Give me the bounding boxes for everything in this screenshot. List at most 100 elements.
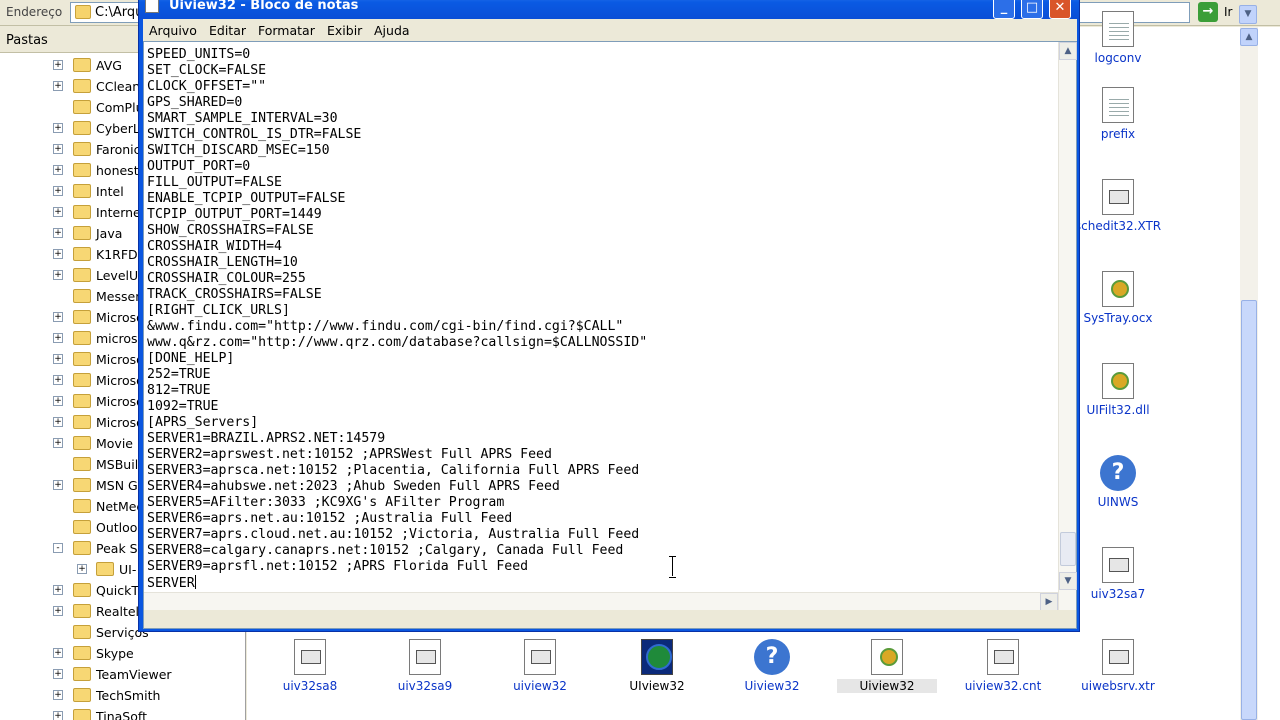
expand-icon[interactable]: + bbox=[53, 690, 63, 700]
text-editor-area[interactable]: SPEED_UNITS=0 SET_CLOCK=FALSE CLOCK_OFFSET… bbox=[143, 41, 1077, 629]
text-line: CLOCK_OFFSET="" bbox=[147, 79, 1057, 95]
tree-item[interactable]: + TinaSoft bbox=[0, 706, 246, 720]
scrollbar-thumb[interactable] bbox=[1241, 300, 1257, 720]
file-item[interactable]: uiview32.cnt bbox=[953, 639, 1053, 693]
file-label: UIview32 bbox=[629, 679, 685, 693]
expand-icon[interactable]: + bbox=[53, 375, 63, 385]
file-item[interactable]: uiv32sa8 bbox=[260, 639, 360, 693]
tree-item-label: QuickT bbox=[96, 583, 139, 598]
menu-arquivo[interactable]: Arquivo bbox=[149, 23, 197, 38]
maximize-button[interactable]: □ bbox=[1021, 0, 1043, 19]
window-bottom-edge bbox=[144, 610, 1076, 628]
file-item[interactable]: uiwebsrv.xtr bbox=[1068, 639, 1168, 693]
menu-editar[interactable]: Editar bbox=[209, 23, 246, 38]
folder-icon bbox=[73, 541, 91, 555]
text-line-content: SET_CLOCK=FALSE bbox=[147, 63, 267, 78]
file-item[interactable]: schedit32.XTR bbox=[1068, 179, 1168, 233]
expand-icon[interactable]: + bbox=[53, 123, 63, 133]
expand-icon[interactable]: + bbox=[53, 186, 63, 196]
tree-item-label: ComPlu bbox=[96, 100, 144, 115]
menu-formatar[interactable]: Formatar bbox=[258, 23, 315, 38]
expand-icon[interactable]: + bbox=[53, 333, 63, 343]
window-title: Uiview32 - Bloco de notas bbox=[169, 0, 359, 13]
folder-icon bbox=[73, 331, 91, 345]
expand-icon[interactable]: + bbox=[53, 354, 63, 364]
go-arrow-icon[interactable]: → bbox=[1198, 2, 1218, 22]
expand-icon[interactable]: + bbox=[53, 648, 63, 658]
editor-horizontal-scrollbar[interactable]: ▶ bbox=[144, 592, 1058, 611]
file-item[interactable]: SysTray.ocx bbox=[1068, 271, 1168, 325]
text-line-content: www.q&rz.com="http://www.qrz.com/databas… bbox=[147, 335, 648, 350]
file-item[interactable]: ? Uiview32 bbox=[722, 639, 822, 693]
notepad-window: Uiview32 - Bloco de notas _ □ ✕ Arquivo … bbox=[138, 0, 1080, 632]
minimize-button[interactable]: _ bbox=[993, 0, 1015, 19]
tree-item-label: Skype bbox=[96, 646, 134, 661]
expand-icon[interactable]: + bbox=[53, 585, 63, 595]
expand-icon[interactable]: + bbox=[53, 270, 63, 280]
file-label: schedit32.XTR bbox=[1074, 219, 1162, 233]
tree-item-label: Microso bbox=[96, 373, 144, 388]
file-item[interactable]: UIview32 bbox=[607, 639, 707, 693]
system-file-icon bbox=[524, 639, 556, 675]
menu-exibir[interactable]: Exibir bbox=[327, 23, 362, 38]
tree-item-label: Intel bbox=[96, 184, 124, 199]
folder-icon bbox=[73, 478, 91, 492]
expand-icon[interactable]: + bbox=[53, 669, 63, 679]
scroll-down-icon[interactable]: ▼ bbox=[1059, 572, 1077, 590]
folder-icon bbox=[73, 100, 91, 114]
expand-icon[interactable]: + bbox=[53, 60, 63, 70]
expand-icon[interactable]: + bbox=[53, 438, 63, 448]
file-item[interactable]: uiv32sa7 bbox=[1068, 547, 1168, 601]
tree-item[interactable]: + TechSmith bbox=[0, 685, 246, 706]
file-label: uiv32sa8 bbox=[282, 679, 338, 693]
dll-file-icon bbox=[1102, 363, 1134, 399]
expand-icon[interactable]: + bbox=[53, 711, 63, 720]
close-button[interactable]: ✕ bbox=[1049, 0, 1071, 19]
file-item[interactable]: Uiview32 bbox=[837, 639, 937, 693]
file-item[interactable]: ? UINWS bbox=[1068, 455, 1168, 509]
tree-item[interactable]: + TeamViewer bbox=[0, 664, 246, 685]
notepad-titlebar[interactable]: Uiview32 - Bloco de notas _ □ ✕ bbox=[139, 0, 1079, 19]
text-line: TCPIP_OUTPUT_PORT=1449 bbox=[147, 207, 1057, 223]
expand-icon[interactable]: + bbox=[53, 396, 63, 406]
scroll-up-icon[interactable]: ▲ bbox=[1240, 28, 1258, 46]
folder-icon bbox=[73, 142, 91, 156]
expand-icon[interactable]: + bbox=[53, 81, 63, 91]
text-line-content: TCPIP_OUTPUT_PORT=1449 bbox=[147, 207, 322, 222]
expand-icon[interactable]: + bbox=[53, 144, 63, 154]
expand-icon[interactable]: + bbox=[53, 249, 63, 259]
go-button[interactable]: Ir bbox=[1224, 5, 1232, 19]
tree-item-label: LevelU bbox=[96, 268, 139, 283]
chevron-down-icon[interactable]: ▼ bbox=[1239, 5, 1257, 24]
expand-icon[interactable]: + bbox=[53, 165, 63, 175]
expand-icon[interactable]: + bbox=[53, 228, 63, 238]
folder-icon bbox=[73, 709, 91, 720]
editor-text[interactable]: SPEED_UNITS=0 SET_CLOCK=FALSE CLOCK_OFFSET… bbox=[147, 47, 1057, 607]
file-label: prefix bbox=[1100, 127, 1136, 141]
expand-icon[interactable]: + bbox=[53, 606, 63, 616]
expand-icon[interactable]: + bbox=[53, 417, 63, 427]
tree-item[interactable]: + Skype bbox=[0, 643, 246, 664]
editor-vertical-scrollbar[interactable]: ▲ ▼ bbox=[1058, 42, 1077, 610]
file-item[interactable]: uiview32 bbox=[490, 639, 590, 693]
text-line: SERVER3=aprsca.net:10152 ;Placentia, Cal… bbox=[147, 463, 1057, 479]
scroll-right-icon[interactable]: ▶ bbox=[1040, 593, 1058, 611]
scroll-up-icon[interactable]: ▲ bbox=[1059, 42, 1077, 60]
expand-icon[interactable]: + bbox=[53, 312, 63, 322]
expand-icon[interactable]: + bbox=[53, 207, 63, 217]
notepad-icon bbox=[145, 0, 159, 13]
menu-ajuda[interactable]: Ajuda bbox=[374, 23, 410, 38]
file-item[interactable]: prefix bbox=[1068, 87, 1168, 141]
text-line: SERVER2=aprswest.net:10152 ;APRSWest Ful… bbox=[147, 447, 1057, 463]
expand-icon[interactable]: + bbox=[77, 564, 87, 574]
expand-icon[interactable]: + bbox=[53, 480, 63, 490]
text-line: SET_CLOCK=FALSE bbox=[147, 63, 1057, 79]
scrollbar-thumb[interactable] bbox=[1060, 532, 1076, 566]
text-line-content: CROSSHAIR_LENGTH=10 bbox=[147, 255, 298, 270]
tree-item-label: K1RFD bbox=[96, 247, 138, 262]
collapse-icon[interactable]: - bbox=[53, 543, 63, 553]
file-item[interactable]: UIFilt32.dll bbox=[1068, 363, 1168, 417]
file-item[interactable]: uiv32sa9 bbox=[375, 639, 475, 693]
file-item[interactable]: logconv bbox=[1068, 11, 1168, 65]
file-label: Uiview32 bbox=[837, 679, 937, 693]
